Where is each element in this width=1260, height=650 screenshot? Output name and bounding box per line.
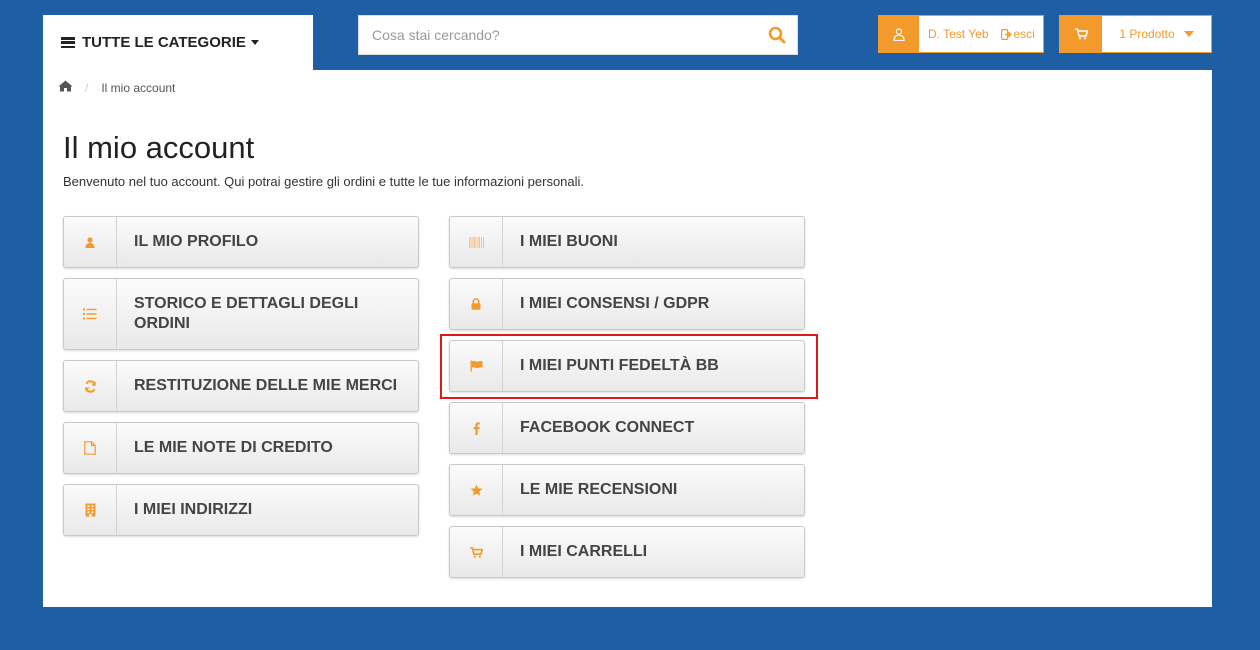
my-carts-button[interactable]: I MIEI CARRELLI (449, 526, 805, 578)
all-categories-label: TUTTE LE CATEGORIE (82, 34, 246, 51)
loyalty-points-label: I MIEI PUNTI FEDELTÀ BB (520, 357, 719, 374)
logout-link[interactable]: esci (1000, 16, 1035, 52)
addresses-label: I MIEI INDIRIZZI (134, 501, 253, 518)
caret-down-icon (250, 40, 259, 45)
facebook-connect-label: FACEBOOK CONNECT (520, 419, 695, 436)
file-icon (64, 423, 117, 473)
page-title: Il mio account (63, 130, 255, 165)
main-content: / Il mio account Il mio account Benvenut… (43, 70, 1212, 607)
returns-button[interactable]: RESTITUZIONE DELLE MIE MERCI (63, 360, 419, 412)
building-icon (64, 485, 117, 535)
cart-button[interactable]: 1 Prodotto (1059, 15, 1212, 53)
my-carts-label: I MIEI CARRELLI (520, 543, 648, 560)
home-icon[interactable] (58, 80, 73, 95)
menu-icon (61, 37, 75, 48)
lock-icon (450, 279, 503, 329)
search-bar (358, 15, 798, 55)
search-icon[interactable] (757, 16, 797, 54)
cart-count-label: 1 Prodotto (1119, 27, 1175, 41)
reviews-label: LE MIE RECENSIONI (520, 481, 678, 498)
my-profile-label: IL MIO PROFILO (134, 233, 259, 250)
my-profile-button[interactable]: IL MIO PROFILO (63, 216, 419, 268)
addresses-button[interactable]: I MIEI INDIRIZZI (63, 484, 419, 536)
vouchers-button[interactable]: I MIEI BUONI (449, 216, 805, 268)
flag-icon (450, 341, 503, 391)
gdpr-consents-button[interactable]: I MIEI CONSENSI / GDPR (449, 278, 805, 330)
breadcrumb-current: Il mio account (101, 80, 176, 95)
facebook-connect-button[interactable]: FACEBOOK CONNECT (449, 402, 805, 454)
facebook-icon (450, 403, 503, 453)
user-name-link[interactable]: D. Test Yeb (919, 16, 989, 52)
sign-out-icon (1000, 28, 1012, 40)
gdpr-consents-label: I MIEI CONSENSI / GDPR (520, 295, 710, 312)
order-history-button[interactable]: STORICO E DETTAGLI DEGLI ORDINI (63, 278, 419, 350)
breadcrumb: / Il mio account (58, 80, 175, 95)
all-categories-button[interactable]: TUTTE LE CATEGORIE (43, 15, 313, 70)
returns-label: RESTITUZIONE DELLE MIE MERCI (134, 377, 398, 394)
cart-icon (1060, 16, 1102, 52)
loyalty-points-button[interactable]: I MIEI PUNTI FEDELTÀ BB (449, 340, 805, 392)
user-box: D. Test Yeb esci (878, 15, 1044, 53)
reviews-button[interactable]: LE MIE RECENSIONI (449, 464, 805, 516)
page-intro: Benvenuto nel tuo account. Qui potrai ge… (63, 174, 585, 189)
logout-label: esci (1013, 27, 1035, 41)
barcode-icon (450, 217, 503, 267)
breadcrumb-separator: / (85, 80, 89, 95)
star-icon (450, 465, 503, 515)
refresh-icon (64, 361, 117, 411)
list-icon (64, 279, 117, 349)
search-input[interactable] (359, 16, 757, 54)
cart-icon (450, 527, 503, 577)
order-history-label: STORICO E DETTAGLI DEGLI ORDINI (134, 295, 359, 332)
vouchers-label: I MIEI BUONI (520, 233, 618, 250)
user-icon (64, 217, 117, 267)
caret-down-icon (1183, 31, 1194, 37)
credit-notes-label: LE MIE NOTE DI CREDITO (134, 439, 333, 456)
user-icon[interactable] (879, 16, 919, 52)
credit-notes-button[interactable]: LE MIE NOTE DI CREDITO (63, 422, 419, 474)
